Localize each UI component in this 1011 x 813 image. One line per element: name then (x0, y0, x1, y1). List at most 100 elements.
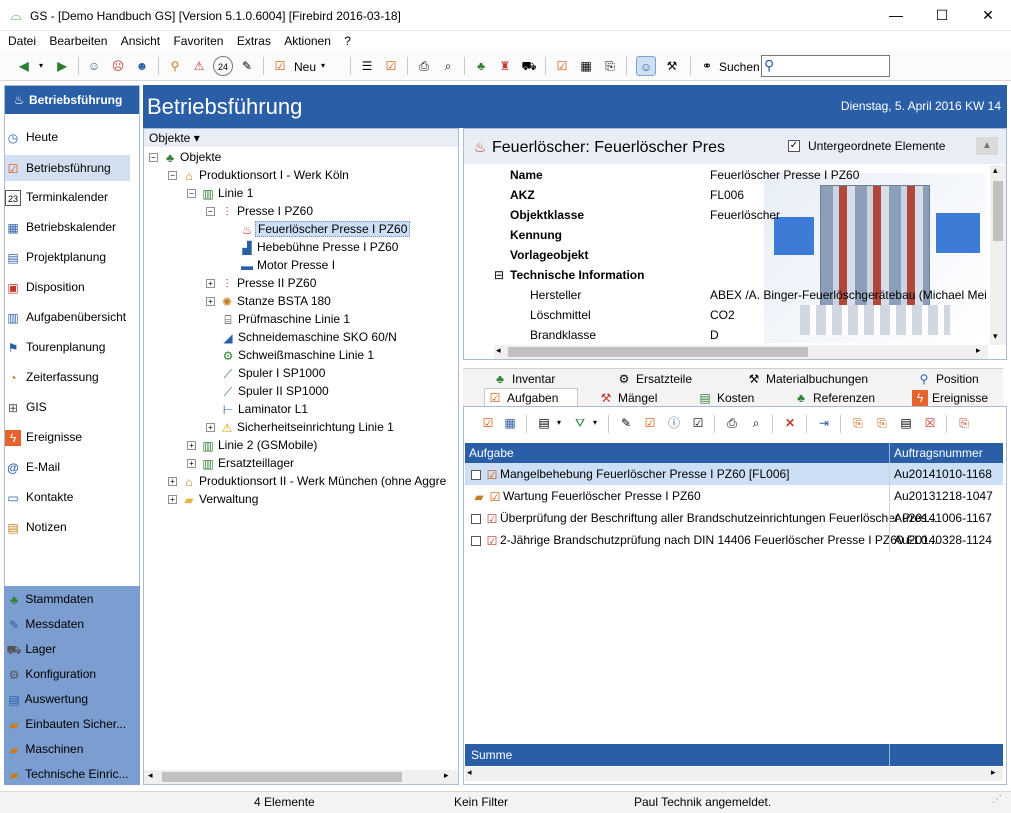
nav-item-betriebskalender[interactable]: ▦ Betriebskalender (5, 214, 130, 240)
tab-position[interactable]: ⚲ Position (914, 370, 979, 389)
tree-node-verwaltung[interactable]: + ▰ Verwaltung (168, 490, 260, 508)
binoculars-icon[interactable]: ⚭ (697, 56, 717, 76)
tree-node-schneidemaschine[interactable]: ◢ Schneidemaschine SKO 60/N (220, 328, 399, 346)
detail-vertical-scrollbar[interactable]: ▴ ▾ (990, 165, 1006, 345)
table-row[interactable]: ▰ ☑ Wartung Feuerlöscher Presse I PZ60 Au2… (465, 485, 1003, 507)
scroll-right-icon[interactable]: ▸ (976, 345, 981, 356)
import-icon[interactable]: ⇥ (814, 413, 834, 433)
tree-node-presse-2[interactable]: + ⫶ Presse II PZ60 (206, 274, 318, 292)
tree-node-produktionsort-1[interactable]: − ⌂ Produktionsort I - Werk Köln (168, 166, 351, 184)
task-copy-icon[interactable]: ⎘ (848, 413, 868, 433)
collapse-icon[interactable]: ▲ (976, 137, 998, 155)
vehicle-icon[interactable]: ⛟ (519, 56, 539, 76)
task-list-icon[interactable]: ▤ (534, 413, 554, 433)
row-checkbox[interactable] (471, 535, 481, 546)
subordinate-checkbox[interactable]: ✓ (788, 140, 800, 152)
tab-ersatzteile[interactable]: ⚙ Ersatzteile (614, 370, 692, 389)
tree-node-motor[interactable]: ▬ Motor Presse I (239, 256, 337, 274)
nav-item-notizen[interactable]: ▤ Notizen (5, 514, 130, 540)
object-icon[interactable]: ♣ (471, 56, 491, 76)
tree-node-hebebuehne[interactable]: ▟ Hebebühne Presse I PZ60 (239, 238, 400, 256)
menu-ansicht[interactable]: Ansicht (113, 31, 160, 48)
nav-item-disposition[interactable]: ▣ Disposition (5, 274, 130, 300)
chat-icon[interactable]: ✎ (237, 56, 257, 76)
new-dropdown-icon[interactable]: ▾ (318, 56, 328, 76)
nav-group-messdaten[interactable]: ✎ Messdaten (6, 613, 134, 635)
back-dropdown-icon[interactable]: ▾ (36, 56, 46, 76)
scroll-right-icon[interactable]: ▸ (991, 767, 996, 778)
nav-item-ereignisse[interactable]: ϟ Ereignisse (5, 424, 130, 450)
nav-item-terminkalender[interactable]: 23 Terminkalender (5, 184, 130, 210)
worker-icon[interactable]: ♜ (495, 56, 515, 76)
column-auftragsnummer[interactable]: Auftragsnummer (894, 446, 983, 460)
task-split-icon[interactable]: ▤ (896, 413, 916, 433)
nav-item-heute[interactable]: ◷ Heute (5, 124, 130, 150)
tree-node-pruefmaschine[interactable]: ⌸ Prüfmaschine Linie 1 (220, 310, 352, 328)
scroll-left-icon[interactable]: ◂ (496, 345, 501, 356)
row-checkbox[interactable] (471, 513, 481, 524)
menu-bearbeiten[interactable]: Bearbeiten (41, 31, 107, 48)
task-check-icon[interactable]: ☑ (552, 56, 572, 76)
tree-node-produktionsort-2[interactable]: + ⌂ Produktionsort II - Werk München (ohne… (168, 472, 458, 490)
filter-icon[interactable]: ⛛ (570, 413, 590, 433)
tree-node-sicherheitseinrichtung[interactable]: + ⚠ Sicherheitseinrichtung Linie 1 (206, 418, 396, 436)
task-new-icon[interactable]: ☑ (478, 413, 498, 433)
nav-group-stammdaten[interactable]: ♣ Stammdaten (6, 588, 134, 610)
tree-node-schweissmaschine[interactable]: ⚙ Schweißmaschine Linie 1 (220, 346, 376, 364)
menu-aktionen[interactable]: Aktionen (276, 31, 331, 48)
clipboard-icon[interactable]: ⎘ (600, 56, 620, 76)
tree-node-linie-2[interactable]: + ▥ Linie 2 (GSMobile) (187, 436, 319, 454)
menu-extras[interactable]: Extras (229, 31, 271, 48)
nav-group-lager[interactable]: ⛟ Lager (6, 638, 134, 660)
print-icon[interactable]: ⎙ (414, 56, 434, 76)
nav-item-kontakte[interactable]: ▭ Kontakte (5, 484, 130, 510)
nav-item-projektplanung[interactable]: ▤ Projektplanung (5, 244, 130, 270)
check-list-icon[interactable]: ☑ (381, 56, 401, 76)
tab-aufgaben[interactable]: ☑ Aufgaben (484, 388, 578, 407)
task-check-icon[interactable]: ☑ (688, 413, 708, 433)
nav-item-tourenplanung[interactable]: ⚑ Tourenplanung (5, 334, 130, 360)
print-preview-icon[interactable]: ⌕ (746, 413, 766, 433)
tree-node-laminator[interactable]: ⊢ Laminator L1 (220, 400, 310, 418)
column-aufgabe[interactable]: Aufgabe (469, 446, 514, 460)
tree-node-ersatzteillager[interactable]: + ▥ Ersatzteillager (187, 454, 296, 472)
task-export-icon[interactable]: ⎘ (954, 413, 974, 433)
tools-icon[interactable]: ⚒ (662, 56, 682, 76)
new-button[interactable]: Neu (294, 60, 316, 74)
nav-item-aufgabenuebersicht[interactable]: ▥ Aufgabenübersicht (5, 304, 130, 330)
nav-group-maschinen[interactable]: ▰ Maschinen (6, 738, 134, 760)
print-preview-icon[interactable]: ⌕ (438, 56, 458, 76)
grid-horizontal-scrollbar[interactable]: ◂ ▸ (465, 767, 1003, 781)
forward-icon[interactable]: ▶ (52, 56, 72, 76)
tree-node-spuler-2[interactable]: ⟋ Spuler II SP1000 (220, 382, 331, 400)
menu-help[interactable]: ? (336, 31, 351, 48)
user-icon[interactable]: ☺ (84, 56, 104, 76)
prop-group-collapse[interactable]: ⊟ (494, 265, 504, 285)
nav-group-technische[interactable]: ▰ Technische Einric... (6, 763, 134, 785)
prop-objektklasse-value[interactable]: Feuerlöscher (710, 205, 780, 225)
prop-hersteller-value[interactable]: ABEX /A. Binger-Feuerlöschgerätebau (Mic… (710, 285, 988, 305)
scroll-thumb[interactable] (993, 181, 1003, 241)
task-move-icon[interactable]: ⎘ (872, 413, 892, 433)
prop-akz-value[interactable]: FL006 (710, 185, 744, 205)
task-list-dropdown-icon[interactable]: ▾ (554, 413, 564, 433)
tree-header-dropdown[interactable]: Objekte ▾ (144, 129, 458, 147)
table-row[interactable]: ☑ 2-Jährige Brandschutzprüfung nach DIN 1… (465, 529, 1003, 551)
prop-loeschmittel-value[interactable]: CO2 (710, 305, 735, 325)
maximize-button[interactable]: ☐ (919, 0, 965, 31)
nav-group-auswertung[interactable]: ▤ Auswertung (6, 688, 134, 710)
task-close-icon[interactable]: ☒ (920, 413, 940, 433)
nav-item-betriebsfuehrung[interactable]: ☑ Betriebsführung (5, 155, 130, 181)
table-row[interactable]: ☑ Überprüfung der Beschriftung aller Bran… (465, 507, 1003, 529)
tree-node-objekte[interactable]: − ♣ Objekte (149, 148, 223, 166)
task-group-icon[interactable]: ☑ (640, 413, 660, 433)
search-object-icon[interactable]: ⚲ (165, 56, 185, 76)
user-remove-icon[interactable]: ☹ (108, 56, 128, 76)
nav-item-gis[interactable]: ⊞ GIS (5, 394, 130, 420)
row-checkbox[interactable] (471, 469, 481, 480)
user-info-icon[interactable]: ☻ (132, 56, 152, 76)
tab-inventar[interactable]: ♣ Inventar (490, 370, 555, 389)
tree-node-linie-1[interactable]: − ▥ Linie 1 (187, 184, 255, 202)
tree-horizontal-scrollbar[interactable]: ◂ ▸ (144, 770, 458, 784)
scroll-left-icon[interactable]: ◂ (148, 770, 153, 781)
